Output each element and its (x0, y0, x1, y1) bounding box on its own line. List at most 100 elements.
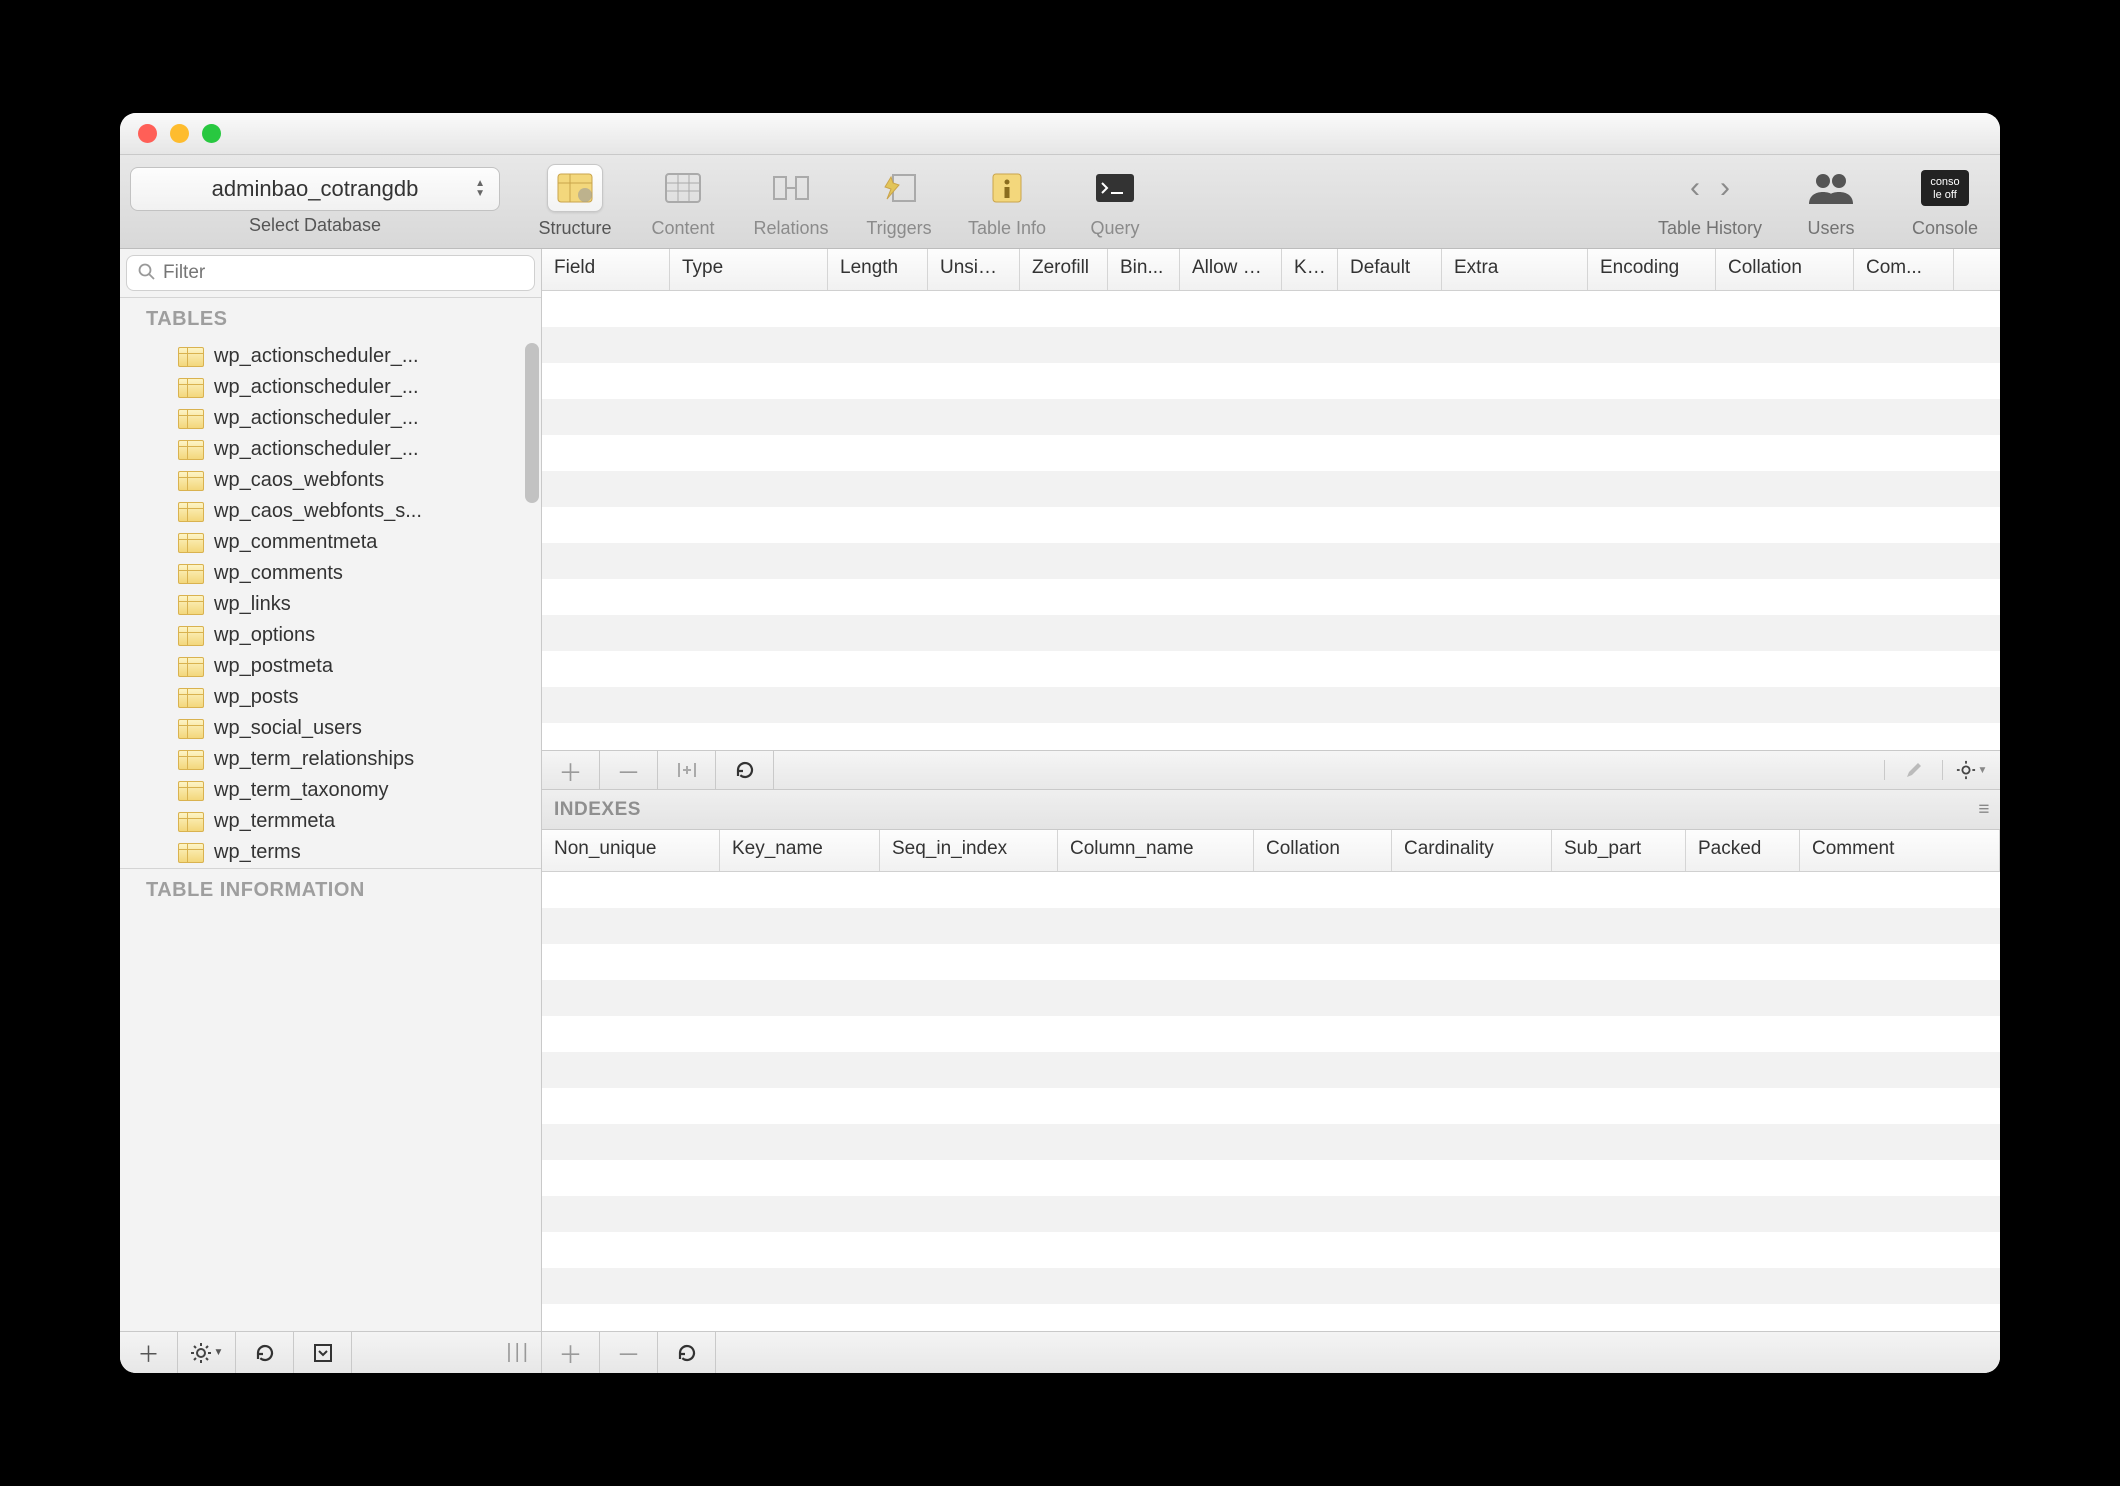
column-header[interactable]: Default (1338, 249, 1442, 290)
table-row[interactable]: wp_social_users (120, 713, 541, 744)
index-column-header[interactable]: Column_name (1058, 830, 1254, 871)
column-header[interactable]: Type (670, 249, 828, 290)
column-header[interactable]: Collation (1716, 249, 1854, 290)
table-name: wp_posts (214, 686, 299, 709)
close-window-button[interactable] (138, 124, 157, 143)
indexes-section-header: INDEXES ≡ (542, 790, 2000, 830)
table-row[interactable]: wp_caos_webfonts_s... (120, 496, 541, 527)
table-row[interactable]: wp_posts (120, 682, 541, 713)
table-filter-input[interactable] (126, 255, 535, 291)
add-index-button[interactable]: ＋ (542, 1332, 600, 1373)
column-header[interactable]: Field (542, 249, 670, 290)
table-info-section-header: TABLE INFORMATION (120, 869, 541, 912)
index-column-header[interactable]: Seq_in_index (880, 830, 1058, 871)
table-row[interactable]: wp_options (120, 620, 541, 651)
table-icon (178, 750, 204, 770)
table-row[interactable]: wp_actionscheduler_... (120, 434, 541, 465)
index-column-header[interactable]: Comment (1800, 830, 2000, 871)
indexes-columns-header: Non_uniqueKey_nameSeq_in_indexColumn_nam… (542, 830, 2000, 872)
column-header[interactable]: Key (1282, 249, 1338, 290)
column-header[interactable]: Extra (1442, 249, 1588, 290)
toolbar-right: ‹ › Table History Users console off Cons… (1658, 164, 1990, 239)
toolbar-view-buttons: Structure Content Relations TriggersTable I… (530, 164, 1160, 239)
column-header[interactable]: Bin... (1108, 249, 1180, 290)
index-column-header[interactable]: Sub_part (1552, 830, 1686, 871)
history-back-button[interactable]: ‹ (1690, 171, 1700, 205)
toolbar-structure-button[interactable]: Structure (530, 164, 620, 239)
indexes-menu-icon[interactable]: ≡ (1978, 799, 1990, 821)
table-icon (178, 719, 204, 739)
table-icon (178, 812, 204, 832)
toolbar-triggers-button[interactable]: Triggers (854, 164, 944, 239)
reload-structure-button[interactable] (716, 751, 774, 789)
toolbar-button-label: Relations (753, 218, 828, 239)
add-table-button[interactable]: ＋ (120, 1332, 178, 1373)
indexes-header-label: INDEXES (554, 799, 641, 821)
index-column-header[interactable]: Non_unique (542, 830, 720, 871)
column-header[interactable]: Unsigned (928, 249, 1020, 290)
table-row[interactable]: wp_links (120, 589, 541, 620)
add-field-button[interactable]: ＋ (542, 751, 600, 789)
structure-gear-menu[interactable]: ▼ (1942, 760, 2000, 780)
console-icon: console off (1917, 164, 1973, 212)
column-header[interactable]: Zerofill (1020, 249, 1108, 290)
table-icon (178, 471, 204, 491)
table-row[interactable]: wp_commentmeta (120, 527, 541, 558)
table-name: wp_actionscheduler_... (214, 376, 419, 399)
refresh-icon (255, 1343, 275, 1363)
toolbar-relations-button[interactable]: Relations (746, 164, 836, 239)
index-column-header[interactable]: Key_name (720, 830, 880, 871)
table-row[interactable]: wp_actionscheduler_... (120, 341, 541, 372)
index-column-header[interactable]: Cardinality (1392, 830, 1552, 871)
toolbar-tableinfo-button[interactable]: Table Info (962, 164, 1052, 239)
reload-indexes-button[interactable] (658, 1332, 716, 1373)
users-button[interactable]: Users (1786, 164, 1876, 239)
remove-index-button[interactable]: － (600, 1332, 658, 1373)
table-icon (178, 502, 204, 522)
sidebar-gear-menu[interactable]: ▼ (178, 1332, 236, 1373)
table-row[interactable]: wp_terms (120, 837, 541, 868)
table-icon (178, 843, 204, 863)
database-dropdown[interactable]: adminbao_cotrangdb ▲▼ (130, 167, 500, 211)
column-header[interactable]: Com... (1854, 249, 1954, 290)
table-name: wp_options (214, 624, 315, 647)
column-header[interactable]: Allow Null (1180, 249, 1282, 290)
minimize-window-button[interactable] (170, 124, 189, 143)
structure-grid[interactable] (542, 291, 2000, 750)
table-name: wp_term_relationships (214, 748, 414, 771)
indexes-grid[interactable] (542, 872, 2000, 1331)
table-row[interactable]: wp_termmeta (120, 806, 541, 837)
zoom-window-button[interactable] (202, 124, 221, 143)
table-row[interactable]: wp_term_relationships (120, 744, 541, 775)
table-row[interactable]: wp_actionscheduler_... (120, 403, 541, 434)
column-header[interactable]: Length (828, 249, 928, 290)
sidebar-resize-grip[interactable]: ||| (506, 1341, 541, 1364)
svg-text:le off: le off (1933, 189, 1958, 201)
toggle-info-button[interactable] (294, 1332, 352, 1373)
sidebar-scrollbar[interactable] (525, 343, 539, 503)
refresh-tables-button[interactable] (236, 1332, 294, 1373)
table-row[interactable]: wp_actionscheduler_... (120, 372, 541, 403)
table-row[interactable]: wp_caos_webfonts (120, 465, 541, 496)
edit-field-button[interactable] (1884, 760, 1942, 780)
remove-field-button[interactable]: － (600, 751, 658, 789)
toolbar-query-button[interactable]: Query (1070, 164, 1160, 239)
history-forward-button[interactable]: › (1720, 171, 1730, 205)
tables-list[interactable]: wp_actionscheduler_...wp_actionscheduler… (120, 341, 541, 868)
index-column-header[interactable]: Packed (1686, 830, 1800, 871)
duplicate-field-button[interactable] (658, 751, 716, 789)
indexes-action-bar: ＋ － (542, 1331, 2000, 1373)
column-header[interactable]: Encoding (1588, 249, 1716, 290)
console-button[interactable]: console off Console (1900, 164, 1990, 239)
table-row[interactable]: wp_comments (120, 558, 541, 589)
duplicate-icon (675, 761, 699, 779)
table-icon (178, 378, 204, 398)
search-icon (138, 263, 156, 281)
toolbar-button-label: Structure (538, 218, 611, 239)
table-row[interactable]: wp_term_taxonomy (120, 775, 541, 806)
table-icon (178, 533, 204, 553)
toolbar-content-button[interactable]: Content (638, 164, 728, 239)
table-row[interactable]: wp_postmeta (120, 651, 541, 682)
users-label: Users (1807, 218, 1854, 239)
index-column-header[interactable]: Collation (1254, 830, 1392, 871)
